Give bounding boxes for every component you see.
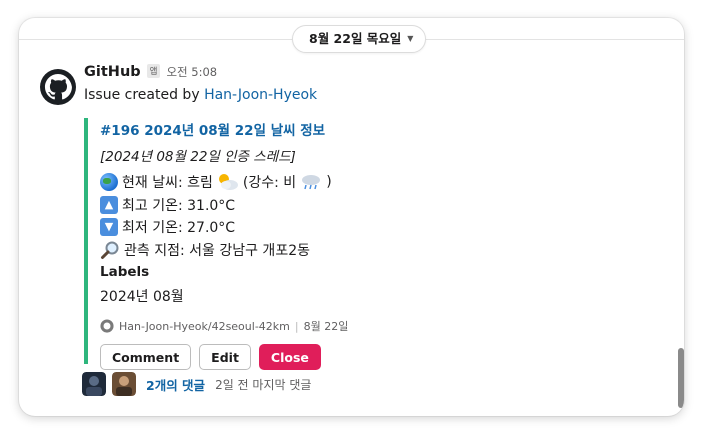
sun-behind-cloud-icon <box>218 174 238 191</box>
comment-button[interactable]: Comment <box>100 344 192 370</box>
reply-avatar-1 <box>82 372 106 396</box>
down-arrow-icon: ▼ <box>100 218 118 237</box>
globe-icon <box>100 173 118 192</box>
station-line: 관측 지점: 서울 강남구 개포2동 <box>100 239 640 262</box>
date-divider-button[interactable]: 8월 22일 목요일 ▼ <box>292 25 427 53</box>
reply-avatar-2 <box>112 372 136 396</box>
magnifier-icon <box>101 241 119 259</box>
cloud-with-rain-icon <box>302 175 321 190</box>
close-button[interactable]: Close <box>258 344 321 370</box>
issue-title-link[interactable]: #196 2024년 08월 22일 날씨 정보 <box>100 119 640 139</box>
attachment-footer: Han-Joon-Hyeok/42seoul-42km | 8월 22일 <box>100 318 640 334</box>
message-body: GitHub 앱 오전 5:08 Issue created by Han-Jo… <box>84 64 664 103</box>
precip-close-text: ) <box>326 174 332 191</box>
github-small-icon <box>100 319 114 333</box>
message-timestamp[interactable]: 오전 5:08 <box>166 64 217 80</box>
footer-date: 8월 22일 <box>303 320 349 333</box>
labels-heading: Labels <box>100 264 150 280</box>
reply-count-link[interactable]: 2개의 댓글 <box>146 375 205 394</box>
scrollbar[interactable] <box>678 348 684 408</box>
footer-separator: | <box>294 319 299 333</box>
labels-value: 2024년 08월 <box>100 289 184 305</box>
thread-replies[interactable]: 2개의 댓글 2일 전 마지막 댓글 <box>82 372 311 396</box>
sender-name[interactable]: GitHub <box>84 64 141 80</box>
author-link[interactable]: Han-Joon-Hyeok <box>204 87 317 103</box>
temp-high-line: ▲ 최고 기온: 31.0°C <box>100 194 640 217</box>
issue-created-text: Issue created by Han-Joon-Hyeok <box>84 87 664 103</box>
up-arrow-icon: ▲ <box>100 195 118 214</box>
app-badge: 앱 <box>146 64 161 78</box>
issue-subtitle: [2024년 08월 22일 인증 스레드] <box>100 149 296 165</box>
chevron-down-icon: ▼ <box>407 34 414 43</box>
precip-open-text: (강수: 비 <box>242 175 297 192</box>
edit-button[interactable]: Edit <box>199 344 251 370</box>
temp-low-text: 최저 기온: 27.0°C <box>122 220 236 237</box>
weather-current-line: 현재 날씨: 흐림 (강수: 비 ) <box>100 171 640 194</box>
message-card: 8월 22일 목요일 ▼ GitHub 앱 오전 5:08 Issue crea… <box>19 18 684 416</box>
station-text: 관측 지점: 서울 강남구 개포2동 <box>124 242 310 259</box>
github-avatar-icon[interactable] <box>40 69 76 105</box>
issue-attachment: #196 2024년 08월 22일 날씨 정보 [2024년 08월 22일 … <box>84 118 648 370</box>
weather-current-text: 현재 날씨: 흐림 <box>122 175 213 192</box>
action-buttons: Comment Edit Close <box>100 344 640 370</box>
footer-repo[interactable]: Han-Joon-Hyeok/42seoul-42km <box>119 320 290 333</box>
temp-low-line: ▼ 최저 기온: 27.0°C <box>100 216 640 239</box>
date-label: 8월 22일 목요일 <box>309 31 402 46</box>
last-reply-text: 2일 전 마지막 댓글 <box>215 377 312 392</box>
created-prefix: Issue created by <box>84 87 205 103</box>
temp-high-text: 최고 기온: 31.0°C <box>122 197 236 214</box>
